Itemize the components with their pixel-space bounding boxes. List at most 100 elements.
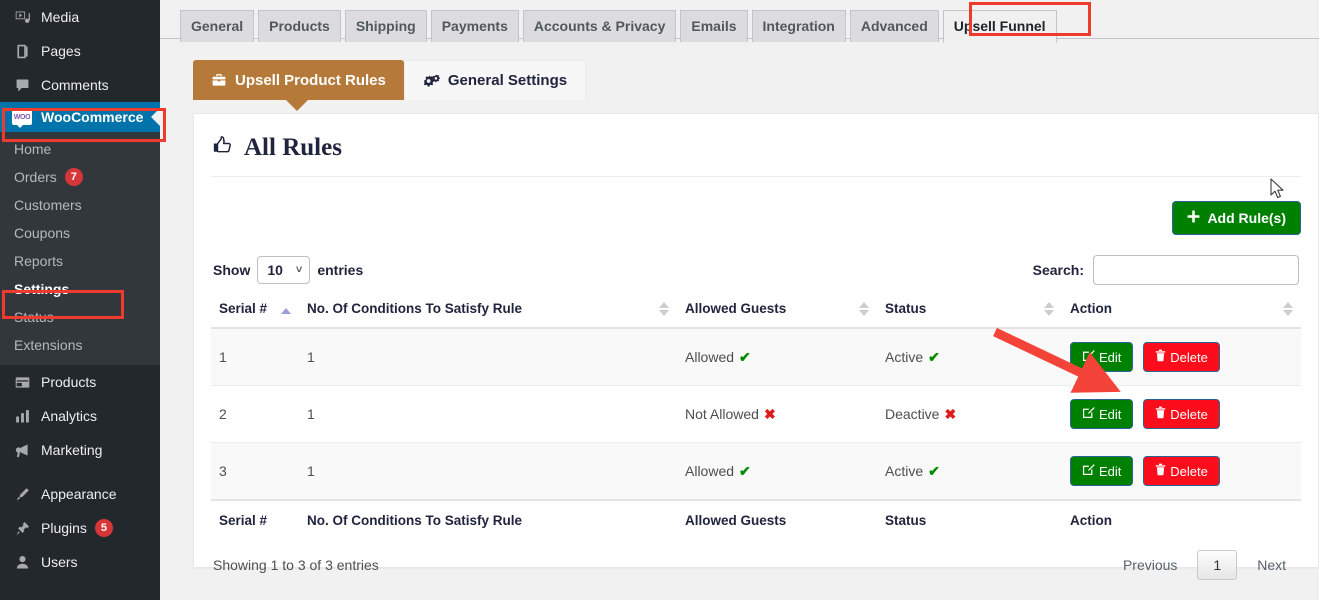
table-row: 1 1 Allowed ✔ Active ✔ Edit Delete [211,327,1301,386]
rules-table-foot: Serial # No. Of Conditions To Satisfy Ru… [211,499,1301,536]
edit-button[interactable]: Edit [1070,399,1134,429]
marketing-icon [12,440,32,460]
sidebar-subitem-label: Reports [14,253,64,269]
sidebar-item-marketing[interactable]: Marketing [0,433,160,467]
tab-general[interactable]: General [180,10,255,42]
page-number-button[interactable]: 1 [1197,550,1238,580]
sidebar-item-status[interactable]: Status [0,303,160,331]
sidebar-subitem-label: Settings [14,281,70,297]
sort-both-icon [1283,302,1293,316]
plus-icon [1187,210,1200,226]
sidebar-item-woocommerce[interactable]: WOO WooCommerce [0,102,160,132]
entries-select[interactable]: 10 ˅ [257,256,311,284]
sidebar-subitem-label: Customers [14,197,82,213]
check-icon: ✔ [928,462,940,479]
tab-shipping[interactable]: Shipping [344,10,427,42]
status-text: Deactive [885,405,940,422]
datatable-controls: Show 10 ˅ entries Search: [211,235,1301,295]
sidebar-subitem-label: Orders [14,169,57,185]
thumbs-up-icon [211,133,235,162]
search-input[interactable] [1093,255,1299,285]
main-content: General Products Shipping Payments Accounts … [160,0,1319,600]
sidebar-item-appearance[interactable]: Appearance [0,477,160,511]
subtab-label: Upsell Product Rules [235,71,386,89]
add-rules-label: Add Rule(s) [1207,210,1286,226]
delete-label: Delete [1170,406,1208,422]
sidebar-item-plugins[interactable]: Plugins 5 [0,511,160,545]
sort-both-icon [1044,302,1054,316]
delete-button[interactable]: Delete [1143,456,1220,486]
tab-emails[interactable]: Emails [680,10,748,42]
sidebar-subitem-label: Status [14,309,54,325]
sidebar-item-products[interactable]: Products [0,365,160,399]
sidebar-item-comments[interactable]: Comments [0,68,160,102]
check-icon: ✔ [739,348,751,365]
column-label: Action [1070,301,1112,316]
sidebar-item-extensions[interactable]: Extensions [0,331,160,359]
rules-table-head: Serial # No. Of Conditions To Satisfy Ru… [211,295,1301,329]
sidebar-item-orders[interactable]: Orders 7 [0,163,160,191]
delete-button[interactable]: Delete [1143,399,1220,429]
column-header-status[interactable]: Status [877,295,1062,329]
trash-icon [1155,349,1166,365]
subtab-bar: Upsell Product Rules General Settings [193,60,1319,111]
sort-ascending-icon [280,308,291,314]
delete-label: Delete [1170,349,1208,365]
pagination: Previous 1 Next [1110,550,1299,580]
search-label: Search: [1032,262,1084,278]
tab-payments[interactable]: Payments [430,10,519,42]
edit-button[interactable]: Edit [1070,342,1134,372]
status-text: Active [885,348,924,365]
sidebar-item-label: Products [41,374,97,390]
previous-page-button[interactable]: Previous [1110,551,1190,579]
status-text: Active [885,462,924,479]
tab-accounts-privacy[interactable]: Accounts & Privacy [522,10,677,42]
sidebar-item-customers[interactable]: Customers [0,191,160,219]
sidebar-item-settings[interactable]: Settings [0,275,160,303]
pencil-square-icon [1082,349,1095,365]
active-menu-arrow [151,108,160,126]
sidebar-item-label: WooCommerce [41,109,144,125]
tab-upsell-funnel[interactable]: Upsell Funnel [942,10,1057,43]
sidebar-item-users[interactable]: Users [0,545,160,579]
sidebar-item-analytics[interactable]: Analytics [0,399,160,433]
rules-table-body: 1 1 Allowed ✔ Active ✔ Edit Delete 2 1 N… [211,327,1301,500]
column-label: Status [885,301,927,316]
column-header-action[interactable]: Action [1062,295,1301,329]
tab-products[interactable]: Products [258,10,341,42]
subtab-general-settings[interactable]: General Settings [403,60,587,100]
delete-button[interactable]: Delete [1143,342,1220,372]
allowed-guests-text: Allowed [685,348,735,365]
comments-icon [12,75,32,95]
edit-button[interactable]: Edit [1070,456,1134,486]
column-header-allowed-guests[interactable]: Allowed Guests [677,295,877,329]
sidebar-item-label: Pages [41,43,81,59]
pencil-square-icon [1082,406,1095,422]
subtab-upsell-product-rules[interactable]: Upsell Product Rules [193,60,404,100]
cell-status: Deactive ✖ [877,385,1062,443]
next-page-button[interactable]: Next [1244,551,1299,579]
tab-advanced[interactable]: Advanced [849,10,939,42]
datatable-footer: Showing 1 to 3 of 3 entries Previous 1 N… [211,536,1301,580]
trash-icon [1155,406,1166,422]
footer-label-status: Status [877,499,1062,536]
delete-label: Delete [1170,463,1208,479]
sidebar-top-group: Media Pages Comments [0,0,160,102]
sidebar-item-coupons[interactable]: Coupons [0,219,160,247]
sidebar-bottom-group: Products Analytics Marketing Appearance … [0,365,160,579]
sidebar-item-label: Appearance [41,486,117,502]
add-rules-button[interactable]: Add Rule(s) [1172,201,1301,235]
cell-status: Active ✔ [877,327,1062,386]
column-label: Allowed Guests [685,301,787,316]
sidebar-item-reports[interactable]: Reports [0,247,160,275]
media-icon [12,7,32,27]
allowed-guests-text: Allowed [685,462,735,479]
column-header-conditions[interactable]: No. Of Conditions To Satisfy Rule [299,295,677,329]
sidebar-item-media[interactable]: Media [0,0,160,34]
sidebar-item-home[interactable]: Home [0,135,160,163]
tab-integration[interactable]: Integration [751,10,846,42]
sidebar-item-pages[interactable]: Pages [0,34,160,68]
column-header-serial[interactable]: Serial # [211,295,299,329]
sort-both-icon [659,302,669,316]
products-icon [12,372,32,392]
